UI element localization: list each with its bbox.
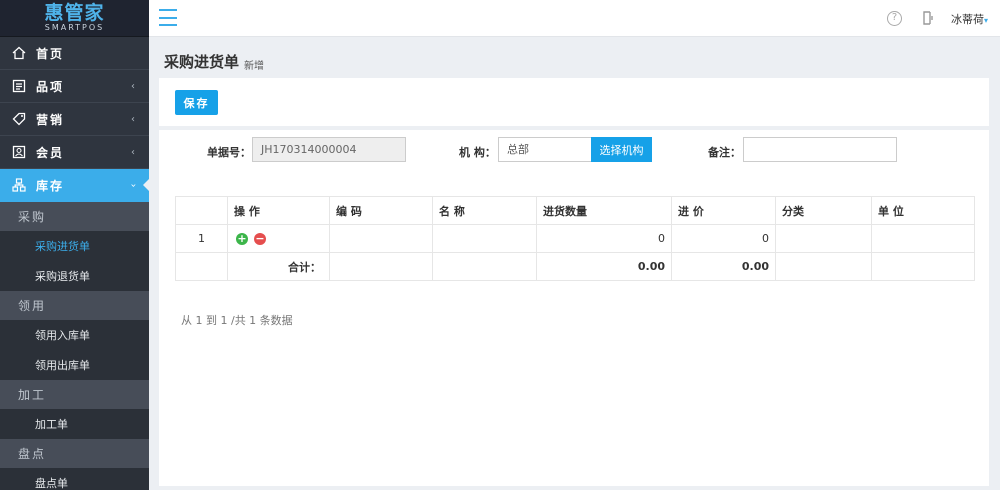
tag-icon bbox=[12, 112, 26, 126]
menu-toggle-icon[interactable] bbox=[159, 9, 177, 26]
caret-down-icon: ▾ bbox=[984, 16, 989, 25]
doc-no-field: JH170314000004 bbox=[252, 137, 406, 162]
sidebar-item-label: 会员 bbox=[36, 145, 65, 160]
cell-category bbox=[775, 224, 872, 253]
total-empty-cell bbox=[175, 252, 228, 281]
sidebar-item-inventory[interactable]: 库存 › bbox=[0, 169, 149, 202]
total-price: 0.00 bbox=[671, 252, 776, 281]
topbar: ? 冰蒂荷▾ bbox=[149, 0, 1000, 37]
table-row: 1 + − 0 0 bbox=[175, 224, 975, 253]
submenu-group-purchase: 采购 bbox=[0, 202, 149, 231]
row-operations: + − bbox=[227, 224, 330, 253]
total-label: 合计： bbox=[227, 252, 330, 281]
save-button[interactable]: 保存 bbox=[175, 90, 218, 115]
org-field[interactable]: 总部 bbox=[498, 137, 592, 162]
submenu-group-requisition: 领用 bbox=[0, 291, 149, 320]
submenu-group-processing: 加工 bbox=[0, 380, 149, 409]
help-icon[interactable]: ? bbox=[887, 11, 902, 26]
sidebar: 惠管家 SMARTPOS 首页 品项 ‹ 营销 ‹ 会员 ‹ 库存 › 采购 采… bbox=[0, 0, 149, 490]
remark-label: 备注： bbox=[708, 146, 741, 159]
chevron-left-icon: ‹ bbox=[131, 113, 135, 125]
submenu-item-requisition-in[interactable]: 领用入库单 bbox=[0, 320, 149, 350]
cell-price[interactable]: 0 bbox=[671, 224, 776, 253]
total-empty-cell bbox=[329, 252, 433, 281]
table-header: 名 称 bbox=[432, 196, 537, 225]
logo-subtitle: SMARTPOS bbox=[44, 23, 105, 32]
remark-field[interactable] bbox=[743, 137, 897, 162]
sidebar-item-label: 首页 bbox=[36, 46, 65, 61]
chevron-left-icon: ‹ bbox=[131, 80, 135, 92]
page-title: 采购进货单 bbox=[164, 53, 240, 71]
chevron-left-icon: ‹ bbox=[131, 146, 135, 158]
remove-row-icon[interactable]: − bbox=[254, 232, 266, 245]
sidebar-item-label: 品项 bbox=[36, 79, 65, 94]
main-panel: 单据号： JH170314000004 机 构： 总部 选择机构 备注： 操 作… bbox=[159, 130, 989, 486]
sidebar-item-label: 营销 bbox=[36, 112, 65, 127]
select-org-button[interactable]: 选择机构 bbox=[591, 137, 652, 162]
add-row-icon[interactable]: + bbox=[236, 232, 248, 245]
inventory-icon bbox=[12, 178, 26, 192]
table-header bbox=[175, 196, 228, 225]
logo-title: 惠管家 bbox=[44, 2, 105, 24]
doc-no-label: 单据号： bbox=[207, 146, 251, 159]
list-icon bbox=[12, 79, 26, 93]
pagination-info: 从 1 到 1 /共 1 条数据 bbox=[181, 314, 293, 327]
org-label: 机 构： bbox=[459, 146, 496, 159]
home-icon bbox=[12, 46, 26, 60]
cell-name[interactable] bbox=[432, 224, 537, 253]
user-name: 冰蒂荷 bbox=[951, 13, 984, 26]
user-menu[interactable]: 冰蒂荷▾ bbox=[951, 11, 988, 27]
table-header: 进货数量 bbox=[536, 196, 672, 225]
sidebar-item-label: 库存 bbox=[36, 178, 65, 193]
total-qty: 0.00 bbox=[536, 252, 672, 281]
toolbar-panel: 保存 bbox=[159, 78, 989, 126]
table-header: 分类 bbox=[775, 196, 872, 225]
table-total-row: 合计： 0.00 0.00 bbox=[175, 252, 975, 281]
table-header: 单 位 bbox=[871, 196, 975, 225]
table-header: 编 码 bbox=[329, 196, 433, 225]
submenu-item-processing-order[interactable]: 加工单 bbox=[0, 409, 149, 439]
submenu-item-purchase-receipt[interactable]: 采购进货单 bbox=[0, 231, 149, 261]
cell-unit bbox=[871, 224, 975, 253]
table-header: 进 价 bbox=[671, 196, 776, 225]
submenu-item-stocktake-order[interactable]: 盘点单 bbox=[0, 468, 149, 490]
total-empty-cell bbox=[775, 252, 872, 281]
sidebar-item-home[interactable]: 首页 bbox=[0, 37, 149, 70]
sidebar-item-products[interactable]: 品项 ‹ bbox=[0, 70, 149, 103]
sidebar-item-marketing[interactable]: 营销 ‹ bbox=[0, 103, 149, 136]
logout-icon[interactable] bbox=[921, 10, 937, 26]
submenu-item-purchase-return[interactable]: 采购退货单 bbox=[0, 261, 149, 291]
cell-qty[interactable]: 0 bbox=[536, 224, 672, 253]
total-empty-cell bbox=[871, 252, 975, 281]
row-index: 1 bbox=[175, 224, 228, 253]
logo: 惠管家 SMARTPOS bbox=[0, 0, 149, 37]
submenu-group-stocktake: 盘点 bbox=[0, 439, 149, 468]
total-empty-cell bbox=[432, 252, 537, 281]
chevron-down-icon: › bbox=[127, 183, 139, 187]
table-header: 操 作 bbox=[227, 196, 330, 225]
items-table: 操 作 编 码 名 称 进货数量 进 价 分类 单 位 1 + − 0 0 合计… bbox=[175, 196, 975, 281]
sidebar-item-members[interactable]: 会员 ‹ bbox=[0, 136, 149, 169]
table-header-row: 操 作 编 码 名 称 进货数量 进 价 分类 单 位 bbox=[175, 196, 975, 225]
page-subtitle: 新增 bbox=[244, 61, 264, 72]
member-card-icon bbox=[12, 145, 26, 159]
submenu-item-requisition-out[interactable]: 领用出库单 bbox=[0, 350, 149, 380]
cell-code[interactable] bbox=[329, 224, 433, 253]
